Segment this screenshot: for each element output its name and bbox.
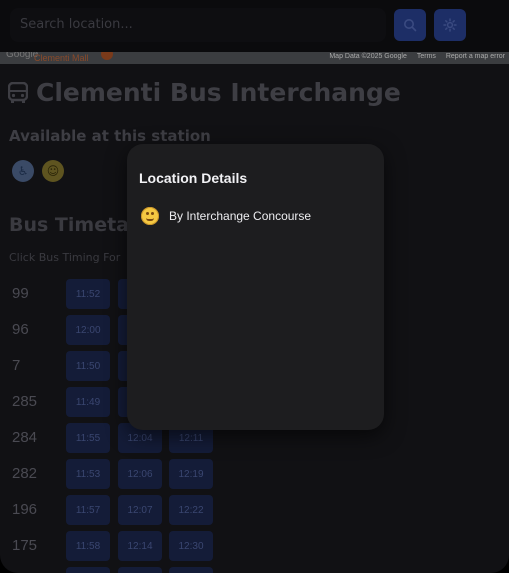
time-button[interactable]: 11:53 (66, 459, 110, 489)
map-report-link[interactable]: Report a map error (446, 53, 505, 60)
modal-title: Location Details (139, 170, 248, 186)
page-title: Clementi Bus Interchange (8, 78, 401, 107)
route-number: 285 (12, 393, 38, 410)
time-button[interactable]: 11:52 (66, 279, 110, 309)
timetable-heading: Bus Timetab (9, 214, 143, 236)
station-name: Clementi Bus Interchange (36, 78, 401, 107)
time-button[interactable]: 12:07 (118, 495, 162, 525)
map-view[interactable]: Google Clementi Mall Map Data ©2025 Goog… (0, 52, 509, 64)
location-details-modal[interactable]: Location Details By Interchange Concours… (127, 144, 384, 430)
route-number: 99 (12, 285, 29, 302)
route-number: 175 (12, 537, 38, 554)
map-terms-link[interactable]: Terms (417, 53, 436, 60)
route-number: 7 (12, 357, 21, 374)
table-row: 175 11:58 12:14 12:30 (0, 531, 509, 561)
search-input[interactable] (20, 17, 386, 32)
time-button[interactable]: 12:22 (169, 495, 213, 525)
table-row (0, 567, 509, 573)
settings-button[interactable] (434, 9, 466, 41)
amenities-heading: Available at this station (9, 127, 211, 145)
route-number: 96 (12, 321, 29, 338)
search-icon (404, 19, 417, 32)
map-data-label: Map Data ©2025 Google (329, 53, 407, 60)
map-attribution: Map Data ©2025 Google Terms Report a map… (321, 53, 505, 60)
route-number: 284 (12, 429, 38, 446)
bus-icon (8, 81, 28, 103)
map-pin-icon (101, 52, 113, 60)
search-box[interactable] (10, 8, 386, 42)
table-row: 196 11:57 12:07 12:22 (0, 495, 509, 525)
time-button[interactable]: 12:06 (118, 459, 162, 489)
map-place-label: Clementi Mall (34, 53, 89, 63)
time-button[interactable]: 12:14 (118, 531, 162, 561)
gear-icon (443, 18, 457, 32)
time-button[interactable]: 11:57 (66, 495, 110, 525)
time-button[interactable] (169, 567, 213, 573)
time-button[interactable] (118, 567, 162, 573)
time-button[interactable]: 11:49 (66, 387, 110, 417)
time-button[interactable]: 11:50 (66, 351, 110, 381)
search-button[interactable] (394, 9, 426, 41)
time-button[interactable]: 12:19 (169, 459, 213, 489)
app-frame: Google Clementi Mall Map Data ©2025 Goog… (0, 0, 509, 573)
face-icon (141, 207, 159, 225)
time-button[interactable]: 11:58 (66, 531, 110, 561)
time-button[interactable]: 12:00 (66, 315, 110, 345)
route-number: 282 (12, 465, 38, 482)
timetable-hint: Click Bus Timing For (9, 251, 121, 264)
top-bar (0, 0, 509, 52)
list-item: By Interchange Concourse (141, 207, 311, 225)
time-button[interactable] (66, 567, 110, 573)
table-row: 282 11:53 12:06 12:19 (0, 459, 509, 489)
time-button[interactable]: 11:55 (66, 423, 110, 453)
toilet-icon: ☺ (42, 160, 64, 182)
location-description: By Interchange Concourse (169, 209, 312, 223)
route-number: 196 (12, 501, 38, 518)
time-button[interactable]: 12:30 (169, 531, 213, 561)
wheelchair-icon: ♿ (12, 160, 34, 182)
